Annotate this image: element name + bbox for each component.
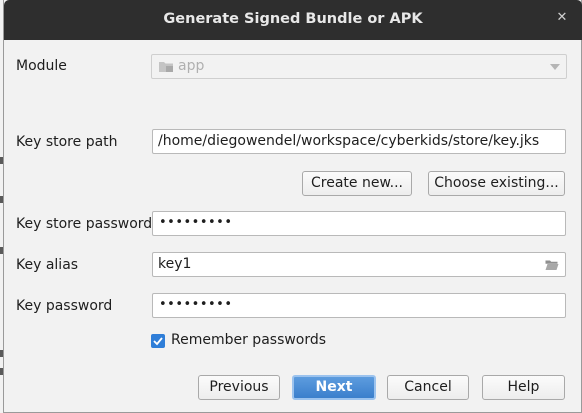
create-new-button[interactable]: Create new... <box>302 171 412 196</box>
remember-passwords-checkbox[interactable] <box>151 334 165 348</box>
close-button[interactable]: ✕ <box>555 11 569 25</box>
key-password-label: Key password <box>16 298 113 314</box>
key-store-password-label: Key store password <box>16 216 153 232</box>
choose-existing-button[interactable]: Choose existing... <box>428 171 565 196</box>
key-password-field[interactable]: ••••••••• <box>152 293 566 318</box>
module-value: app <box>178 58 205 74</box>
key-alias-value: key1 <box>158 256 192 272</box>
cancel-button[interactable]: Cancel <box>387 375 469 400</box>
folder-open-icon[interactable] <box>545 259 559 271</box>
remember-passwords-label[interactable]: Remember passwords <box>171 332 326 348</box>
key-store-password-field[interactable]: ••••••••• <box>152 211 566 236</box>
generate-signed-dialog: Generate Signed Bundle or APK ✕ Module a… <box>3 0 582 413</box>
key-alias-label: Key alias <box>16 257 79 273</box>
help-button[interactable]: Help <box>482 375 565 400</box>
module-dropdown[interactable]: app <box>151 54 567 79</box>
key-store-password-value: ••••••••• <box>159 215 233 230</box>
close-icon: ✕ <box>556 10 568 25</box>
key-store-path-label: Key store path <box>16 134 118 150</box>
folder-module-icon <box>159 62 173 72</box>
key-store-path-value: /home/diegowendel/workspace/cyberkids/st… <box>158 133 540 149</box>
module-label: Module <box>16 58 67 74</box>
checkmark-icon <box>153 337 163 346</box>
title-bar[interactable]: Generate Signed Bundle or APK ✕ <box>4 0 582 40</box>
key-store-path-field[interactable]: /home/diegowendel/workspace/cyberkids/st… <box>152 129 566 154</box>
next-button[interactable]: Next <box>292 375 376 400</box>
key-alias-field[interactable]: key1 <box>152 252 566 277</box>
dialog-title: Generate Signed Bundle or APK <box>163 11 423 27</box>
previous-button[interactable]: Previous <box>198 375 280 400</box>
key-password-value: ••••••••• <box>159 297 233 312</box>
chevron-down-icon <box>550 64 560 70</box>
